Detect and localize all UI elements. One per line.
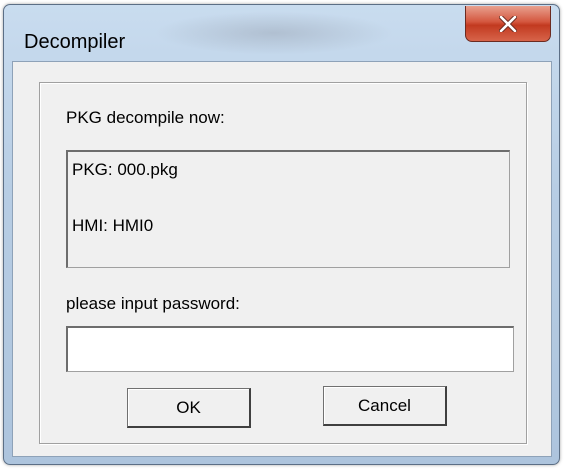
dialog-client-area: PKG decompile now: PKG: 000.pkg HMI: HMI…: [12, 61, 552, 457]
password-input[interactable]: [66, 326, 514, 372]
decompiler-window: Decompiler PKG decompile now: PKG: 000.p…: [3, 4, 560, 465]
close-button[interactable]: [465, 6, 551, 42]
password-label: please input password:: [66, 294, 240, 313]
cancel-button[interactable]: Cancel: [323, 386, 447, 426]
pkg-line: PKG: 000.pkg: [72, 160, 178, 179]
hmi-line: HMI: HMI0: [72, 216, 154, 235]
status-label: PKG decompile now:: [66, 108, 225, 127]
close-x-icon: [499, 15, 517, 32]
info-box: PKG: 000.pkg HMI: HMI0: [66, 150, 510, 268]
ok-button[interactable]: OK: [127, 388, 251, 428]
window-title: Decompiler: [24, 31, 126, 53]
